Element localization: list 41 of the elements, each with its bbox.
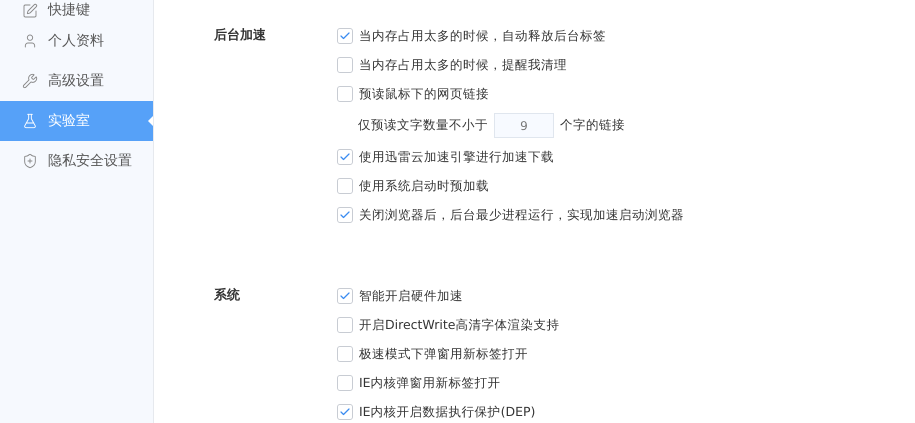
checkbox[interactable] bbox=[337, 346, 353, 362]
field-label: 仅预读文字数量不小于 bbox=[358, 116, 488, 134]
field-label: 个字的链接 bbox=[560, 116, 625, 134]
checkbox[interactable] bbox=[337, 404, 353, 420]
sidebar-item[interactable]: 个人资料 bbox=[0, 21, 153, 61]
checkbox-option[interactable]: IE内核开启数据执行保护(DEP) bbox=[337, 402, 560, 422]
checkbox-option[interactable]: IE内核弹窗用新标签打开 bbox=[337, 373, 560, 393]
checkbox[interactable] bbox=[337, 317, 353, 333]
checkbox[interactable] bbox=[337, 207, 353, 223]
check-icon bbox=[339, 406, 351, 418]
pen-square-icon bbox=[22, 2, 38, 18]
checkbox-option[interactable]: 开启DirectWrite高清字体渲染支持 bbox=[337, 315, 560, 335]
sidebar-item[interactable]: 高级设置 bbox=[0, 61, 153, 101]
checkbox-option[interactable]: 使用迅雷云加速引擎进行加速下载 bbox=[337, 147, 684, 167]
check-icon bbox=[339, 290, 351, 302]
checkbox[interactable] bbox=[337, 178, 353, 194]
checkbox[interactable] bbox=[337, 28, 353, 44]
checkbox[interactable] bbox=[337, 375, 353, 391]
checkbox[interactable] bbox=[337, 149, 353, 165]
checkbox[interactable] bbox=[337, 288, 353, 304]
checkbox-option[interactable]: 当内存占用太多的时候，提醒我清理 bbox=[337, 55, 684, 75]
checkbox-option[interactable]: 使用系统启动时预加载 bbox=[337, 176, 684, 196]
sidebar-item[interactable]: 隐私安全设置 bbox=[0, 141, 153, 181]
checkbox-option[interactable]: 关闭浏览器后，后台最少进程运行，实现加速启动浏览器 bbox=[337, 205, 684, 225]
section-title: 后台加速 bbox=[214, 26, 267, 45]
check-icon bbox=[339, 151, 351, 163]
section-title: 系统 bbox=[214, 286, 241, 305]
sidebar-item[interactable]: 快捷键 bbox=[0, 0, 153, 21]
shield-plus-icon bbox=[22, 153, 38, 169]
check-icon bbox=[339, 209, 351, 221]
checkbox-option[interactable]: 智能开启硬件加速 bbox=[337, 286, 560, 306]
checkbox-option[interactable]: 当内存占用太多的时候，自动释放后台标签 bbox=[337, 26, 684, 46]
checkbox-option[interactable]: 极速模式下弹窗用新标签打开 bbox=[337, 344, 560, 364]
check-icon bbox=[339, 30, 351, 42]
checkbox[interactable] bbox=[337, 86, 353, 102]
number-field[interactable]: 9 bbox=[494, 113, 554, 138]
flask-icon bbox=[22, 113, 38, 129]
user-icon bbox=[22, 33, 38, 49]
checkbox-option[interactable]: 预读鼠标下的网页链接 bbox=[337, 84, 684, 104]
wrench-icon bbox=[22, 73, 38, 89]
checkbox[interactable] bbox=[337, 57, 353, 73]
